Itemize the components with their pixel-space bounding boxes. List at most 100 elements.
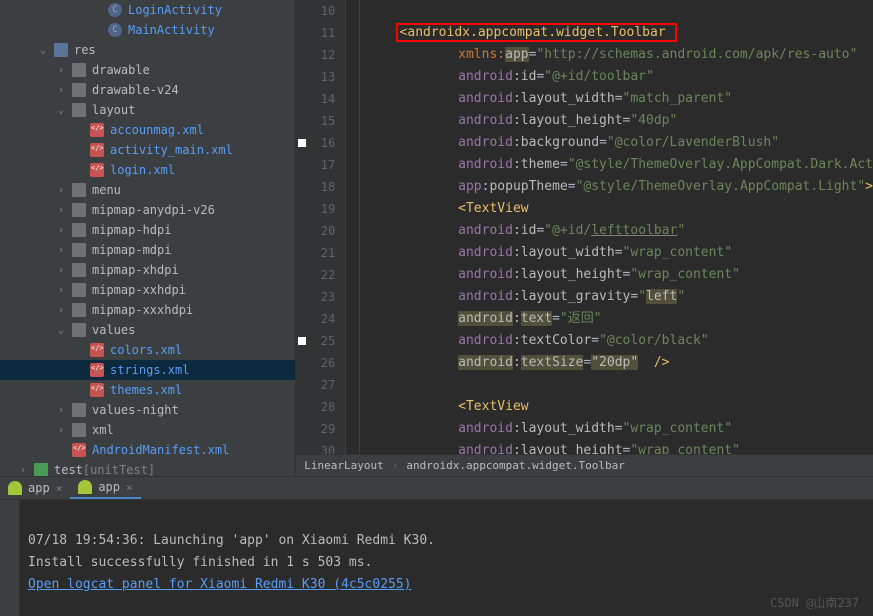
code-line[interactable]: android:layout_height="wrap_content": [364, 264, 873, 286]
line-number[interactable]: 23: [296, 286, 335, 308]
code-line[interactable]: android:layout_width="wrap_content": [364, 242, 873, 264]
tree-item-test[interactable]: ›test [unitTest]: [0, 460, 295, 476]
tree-item-menu[interactable]: ›menu: [0, 180, 295, 200]
code-content[interactable]: <androidx.appcompat.widget.Toolbar xmlns…: [360, 0, 873, 454]
code-line[interactable]: android:textColor="@color/black": [364, 330, 873, 352]
tree-item-mipmap-xxhdpi[interactable]: ›mipmap-xxhdpi: [0, 280, 295, 300]
run-tab-app[interactable]: app ×: [0, 477, 70, 499]
xml-file-icon: [90, 123, 104, 137]
xml-file-icon: [90, 143, 104, 157]
line-number[interactable]: 11: [296, 22, 335, 44]
tree-item-loginactivity[interactable]: CLoginActivity: [0, 0, 295, 20]
code-editor: 1011121314151617181920212223242526272829…: [296, 0, 873, 476]
tree-item-label: colors.xml: [110, 343, 182, 357]
line-number[interactable]: 30: [296, 440, 335, 454]
line-number[interactable]: 13: [296, 66, 335, 88]
logcat-link[interactable]: Open logcat panel for Xiaomi Redmi K30 (…: [28, 577, 412, 592]
code-line[interactable]: [364, 0, 873, 22]
line-number[interactable]: 21: [296, 242, 335, 264]
tree-item-strings-xml[interactable]: strings.xml: [0, 360, 295, 380]
line-number[interactable]: 10: [296, 0, 335, 22]
code-line[interactable]: android:theme="@style/ThemeOverlay.AppCo…: [364, 154, 873, 176]
tree-item-xml[interactable]: ›xml: [0, 420, 295, 440]
folder-icon: [72, 203, 86, 217]
code-line[interactable]: android:layout_width="match_parent": [364, 88, 873, 110]
project-tree[interactable]: CLoginActivityCMainActivity⌄res›drawable…: [0, 0, 296, 476]
code-line[interactable]: android:background="@color/LavenderBlush…: [364, 132, 873, 154]
tree-item-androidmanifest-xml[interactable]: AndroidManifest.xml: [0, 440, 295, 460]
code-line[interactable]: xmlns:app="http://schemas.android.com/ap…: [364, 44, 873, 66]
folder-icon: [72, 323, 86, 337]
tree-item-login-xml[interactable]: login.xml: [0, 160, 295, 180]
chevron-icon: ⌄: [58, 105, 72, 116]
tree-item-colors-xml[interactable]: colors.xml: [0, 340, 295, 360]
folder-icon: [54, 43, 68, 57]
tree-item-layout[interactable]: ⌄layout: [0, 100, 295, 120]
tree-item-res[interactable]: ⌄res: [0, 40, 295, 60]
code-line[interactable]: android:textSize="20dp" />: [364, 352, 873, 374]
line-number[interactable]: 15: [296, 110, 335, 132]
code-line[interactable]: <TextView: [364, 198, 873, 220]
tree-item-label: login.xml: [110, 163, 175, 177]
gutter-mark-icon: [298, 337, 306, 345]
tree-item-label: test: [54, 463, 83, 476]
tree-item-mipmap-anydpi-v26[interactable]: ›mipmap-anydpi-v26: [0, 200, 295, 220]
tree-item-suffix: [unitTest]: [83, 463, 155, 476]
tree-item-accounmag-xml[interactable]: accounmag.xml: [0, 120, 295, 140]
tree-item-drawable[interactable]: ›drawable: [0, 60, 295, 80]
tree-item-mipmap-mdpi[interactable]: ›mipmap-mdpi: [0, 240, 295, 260]
android-icon: [8, 481, 22, 495]
code-line[interactable]: android:id="@+id/lefttoolbar": [364, 220, 873, 242]
code-line[interactable]: [364, 374, 873, 396]
tree-item-themes-xml[interactable]: themes.xml: [0, 380, 295, 400]
run-console[interactable]: 07/18 19:54:36: Launching 'app' on Xiaom…: [0, 500, 873, 616]
folder-icon: [72, 183, 86, 197]
line-number[interactable]: 14: [296, 88, 335, 110]
code-line[interactable]: android:layout_height="wrap_content": [364, 440, 873, 454]
xml-file-icon: [72, 443, 86, 457]
code-line[interactable]: android:layout_gravity="left": [364, 286, 873, 308]
code-line[interactable]: android:id="@+id/toolbar": [364, 66, 873, 88]
tree-item-mipmap-hdpi[interactable]: ›mipmap-hdpi: [0, 220, 295, 240]
line-number[interactable]: 26: [296, 352, 335, 374]
breadcrumb-item[interactable]: LinearLayout: [304, 459, 383, 472]
chevron-icon: ›: [58, 65, 72, 76]
code-line[interactable]: <androidx.appcompat.widget.Toolbar: [364, 22, 873, 44]
tree-item-mipmap-xhdpi[interactable]: ›mipmap-xhdpi: [0, 260, 295, 280]
close-icon[interactable]: ×: [56, 482, 63, 495]
line-number[interactable]: 22: [296, 264, 335, 286]
tree-item-values[interactable]: ⌄values: [0, 320, 295, 340]
line-number[interactable]: 17: [296, 154, 335, 176]
line-number[interactable]: 20: [296, 220, 335, 242]
xml-file-icon: [90, 163, 104, 177]
tree-item-values-night[interactable]: ›values-night: [0, 400, 295, 420]
code-line[interactable]: android:layout_height="40dp": [364, 110, 873, 132]
line-number[interactable]: 16: [296, 132, 335, 154]
class-icon: C: [108, 23, 122, 37]
tree-item-mipmap-xxxhdpi[interactable]: ›mipmap-xxxhdpi: [0, 300, 295, 320]
line-number[interactable]: 28: [296, 396, 335, 418]
tree-item-label: activity_main.xml: [110, 143, 233, 157]
fold-column[interactable]: [346, 0, 360, 454]
line-number[interactable]: 25: [296, 330, 335, 352]
line-number[interactable]: 18: [296, 176, 335, 198]
line-gutter[interactable]: 1011121314151617181920212223242526272829…: [296, 0, 346, 454]
tree-item-drawable-v24[interactable]: ›drawable-v24: [0, 80, 295, 100]
code-line[interactable]: <TextView: [364, 396, 873, 418]
line-number[interactable]: 12: [296, 44, 335, 66]
run-tab-app-active[interactable]: app ×: [70, 477, 140, 499]
tree-item-activity-main-xml[interactable]: activity_main.xml: [0, 140, 295, 160]
code-line[interactable]: app:popupTheme="@style/ThemeOverlay.AppC…: [364, 176, 873, 198]
breadcrumb-item[interactable]: androidx.appcompat.widget.Toolbar: [406, 459, 625, 472]
line-number[interactable]: 29: [296, 418, 335, 440]
line-number[interactable]: 27: [296, 374, 335, 396]
line-number[interactable]: 24: [296, 308, 335, 330]
console-toolstrip[interactable]: [0, 500, 20, 616]
code-line[interactable]: android:text="返回": [364, 308, 873, 330]
code-line[interactable]: android:layout_width="wrap_content": [364, 418, 873, 440]
breadcrumb[interactable]: LinearLayout › androidx.appcompat.widget…: [296, 454, 873, 476]
line-number[interactable]: 19: [296, 198, 335, 220]
close-icon[interactable]: ×: [126, 481, 133, 494]
tree-item-mainactivity[interactable]: CMainActivity: [0, 20, 295, 40]
folder-icon: [72, 263, 86, 277]
